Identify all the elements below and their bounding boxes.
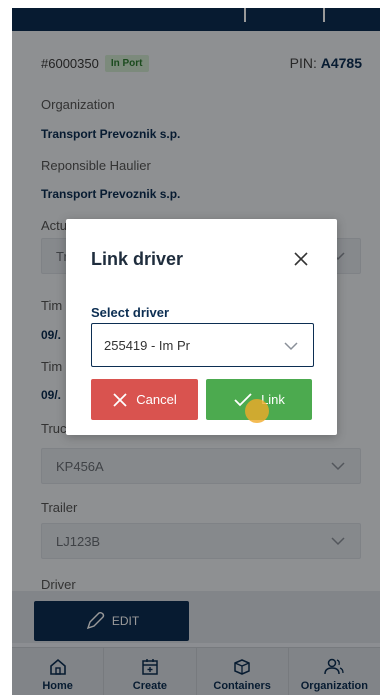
cancel-button-label: Cancel [136, 392, 177, 407]
close-icon [113, 392, 127, 407]
touch-indicator [245, 399, 269, 423]
cancel-button[interactable]: Cancel [91, 379, 198, 420]
close-icon[interactable] [293, 251, 309, 267]
link-driver-dialog: Link driver Select driver 255419 - Im Pr… [66, 219, 337, 435]
driver-select[interactable]: 255419 - Im Pr [91, 323, 314, 367]
dialog-title: Link driver [91, 249, 184, 269]
chevron-down-icon [284, 342, 298, 351]
select-driver-label: Select driver [91, 305, 170, 320]
driver-select-value: 255419 - Im Pr [104, 338, 190, 353]
